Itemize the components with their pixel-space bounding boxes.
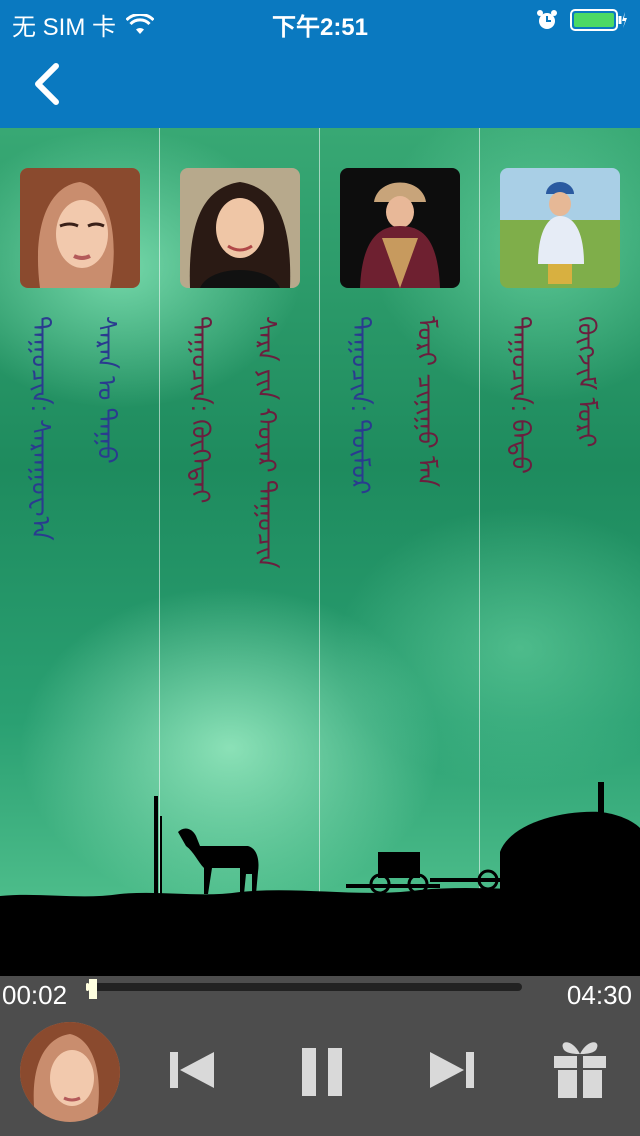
previous-button[interactable] bbox=[164, 1040, 220, 1105]
seek-track[interactable] bbox=[86, 979, 522, 999]
singer-label: ᠳᠠᠭᠤᠴᠢᠨ: ᠬᠥᠬᠡᠳᠡᠢ bbox=[186, 316, 216, 504]
current-time: 00:02 bbox=[2, 980, 68, 1010]
song-title: ᠬᠦᠭᠵᠢᠮ ᠮᠣᠷᠢ bbox=[572, 316, 602, 448]
song-title: ᠰᠠᠷᠠᠨ ᠤ ᠳᠠᠭᠤ bbox=[92, 316, 122, 464]
singer-photo bbox=[180, 168, 300, 288]
back-button[interactable] bbox=[22, 54, 78, 114]
gift-icon bbox=[554, 1042, 606, 1098]
total-time: 04:30 bbox=[566, 980, 632, 1010]
battery-icon bbox=[570, 9, 627, 31]
singer-photo bbox=[340, 168, 460, 288]
skip-forward-icon bbox=[430, 1052, 474, 1088]
song-list: ᠳᠠᠭᠤᠴᠢᠨ: ᠰᠠᠷᠠᠨᠭᠤᠸ᠎ᠠ ᠰᠠᠷᠠᠨ ᠤ ᠳᠠᠭᠤ ᠳᠠᠭᠤᠴᠢᠨ… bbox=[0, 128, 640, 976]
nav-bar bbox=[0, 40, 640, 128]
gift-button[interactable] bbox=[550, 1034, 610, 1105]
skip-back-icon bbox=[170, 1052, 214, 1088]
seek-thumb[interactable] bbox=[89, 979, 98, 999]
singer-label: ᠳᠠᠭᠤᠴᠢᠨ: ᠪᠠᠲᠤ bbox=[506, 316, 536, 475]
alarm-icon bbox=[537, 10, 557, 29]
progress-bar: 00:02 04:30 bbox=[0, 976, 640, 1018]
player-controls bbox=[0, 1018, 640, 1136]
singer-label: ᠳᠠᠭᠤᠴᠢᠨ: ᠰᠠᠷᠠᠨᠭᠤᠸ᠎ᠠ bbox=[26, 316, 56, 541]
song-title: ᠰᠠᠷᠠ ᠶᠢᠨ ᠬᠣᠶᠠᠷ ᠳᠠᠭᠤᠴᠢᠨ bbox=[252, 316, 282, 569]
next-button[interactable] bbox=[424, 1040, 480, 1105]
album-cover-button[interactable] bbox=[20, 1022, 120, 1122]
singer-photo bbox=[500, 168, 620, 288]
pause-icon bbox=[302, 1048, 342, 1096]
album-cover-image bbox=[20, 1022, 120, 1122]
chevron-left-icon bbox=[35, 63, 59, 105]
pause-button[interactable] bbox=[294, 1040, 350, 1109]
status-bar: 无 SIM 卡 下午2:51 bbox=[0, 0, 640, 41]
steppe-silhouette bbox=[0, 782, 640, 976]
singer-label: ᠳᠠᠭᠤᠴᠢᠨ: ᠲᠥᠮᠦᠷ bbox=[346, 316, 376, 495]
song-title: ᠮᠣᠷᠢ ᠴᠢᠨᠢᠭᠤ ᠮᠡᠨ bbox=[412, 316, 442, 488]
singer-photo bbox=[20, 168, 140, 288]
